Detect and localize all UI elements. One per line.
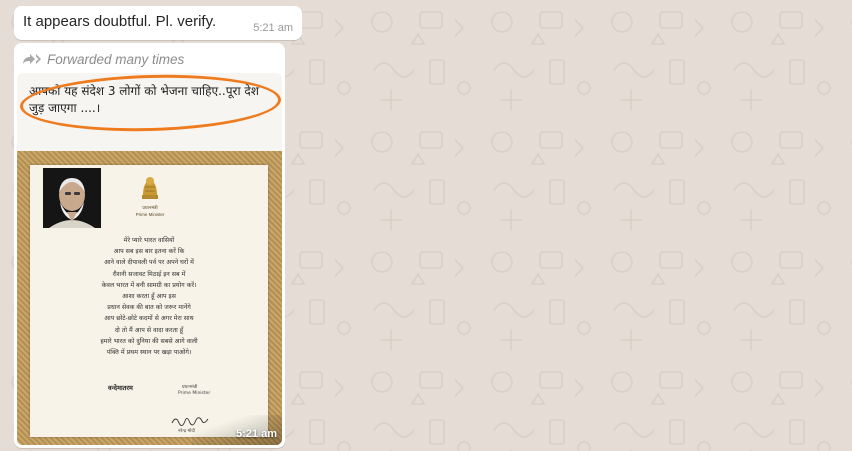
forwarded-indicator: Forwarded many times	[23, 49, 184, 69]
letter-line: आप सब इस बार इतना करें कि	[113, 248, 185, 256]
sign-off: वन्देमातरम	[108, 384, 133, 392]
letter-line: पंक्ति में प्रथम स्थान पर खड़ा पाओगे।	[106, 349, 192, 357]
message-image[interactable]: आपको यह संदेश 3 लोगों को भेजना चाहिए..पू…	[17, 73, 282, 445]
letter-body: मेरे प्यारे भारत वासियों आप सब इस बार इत…	[36, 235, 262, 358]
forward-arrows-icon	[23, 53, 43, 65]
national-emblem-icon	[138, 173, 162, 208]
letter-line: आप छोटे-छोटे कदमों से अगर मेरा साथ	[104, 315, 194, 323]
forwarded-image-message[interactable]: Forwarded many times आपको यह संदेश 3 लोग…	[14, 43, 285, 448]
forwarded-label: Forwarded many times	[47, 51, 185, 67]
letter-line: केवल भारत में बनी सामग्री का प्रयोग करें…	[101, 281, 197, 289]
portrait-photo	[43, 168, 101, 228]
letter-line: आने वाले दीपावली पर्व पर अपने घरों में	[104, 259, 194, 267]
message-timestamp: 5:21 am	[253, 22, 293, 34]
message-text: It appears doubtful. Pl. verify.	[23, 13, 217, 30]
image-caption-area: आपको यह संदेश 3 लोगों को भेजना चाहिए..पू…	[17, 73, 282, 151]
letter-line: दो तो मैं आप से वादा करता हूँ	[114, 326, 184, 334]
letter-line: आशा करता हूँ आप इस	[122, 293, 176, 301]
letter-frame: प्रधानमंत्री Prime Minister मेरे प्यारे …	[17, 151, 282, 445]
letter-line: प्रधान सेवक की बात को जरूर मानेंगे	[107, 304, 191, 312]
emblem-caption: प्रधानमंत्री	[142, 205, 158, 210]
emblem-caption-en: Prime Minister	[135, 212, 165, 217]
letter-line: रौशनी सजावट मिठाई इन सब में	[112, 270, 186, 278]
letter-line: हमारे भारत को दुनिया की सबसे आगे वाली	[100, 337, 198, 345]
letter-line: मेरे प्यारे भारत वासियों	[123, 237, 175, 244]
chat-message-bubble[interactable]: It appears doubtful. Pl. verify. 5:21 am	[14, 6, 302, 40]
image-timestamp: 5:21 am	[236, 428, 277, 440]
designation-en: Prime Minister	[178, 391, 211, 396]
letter-paper: प्रधानमंत्री Prime Minister मेरे प्यारे …	[30, 165, 268, 437]
designation: प्रधानमंत्री	[182, 385, 198, 390]
